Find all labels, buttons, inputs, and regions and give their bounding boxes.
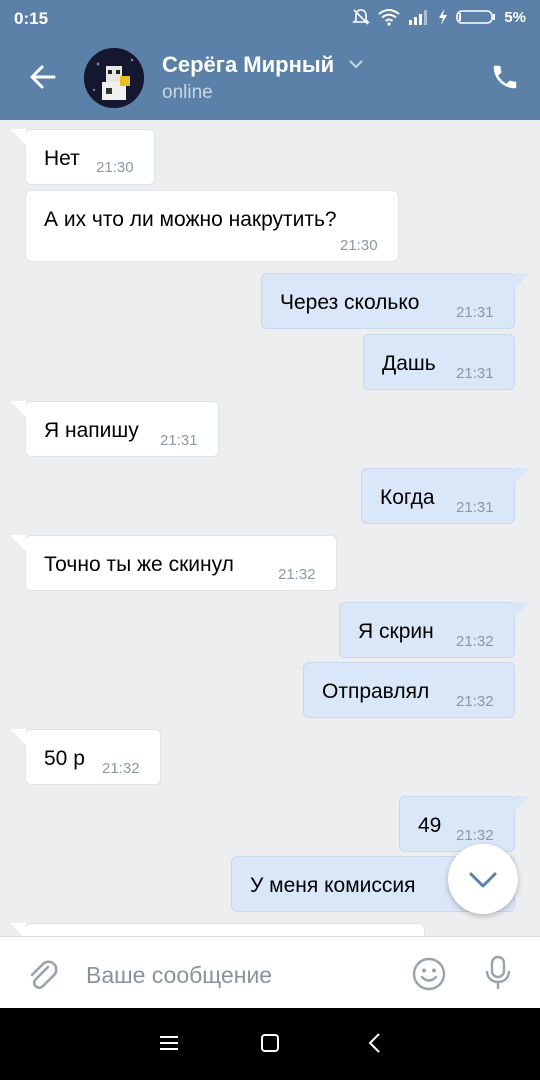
message-bubble-outgoing[interactable]: Отправлял 21:32 xyxy=(303,662,515,718)
phone-icon[interactable] xyxy=(490,62,520,92)
chevron-down-icon[interactable] xyxy=(348,58,364,70)
message-time: 21:32 xyxy=(102,760,140,777)
message-text: 49 xyxy=(418,814,442,837)
message-text: У меня комиссия xyxy=(250,874,416,897)
message-bubble-incoming[interactable]: Я напишу 21:31 xyxy=(25,401,219,457)
message-time: 21:31 xyxy=(456,499,494,516)
message-text: Через сколько xyxy=(280,291,420,314)
contact-name[interactable]: Серёга Мирный xyxy=(162,52,334,78)
message-bubble-outgoing[interactable]: Я скрин 21:32 xyxy=(339,602,515,658)
back-arrow-icon[interactable] xyxy=(28,62,58,92)
bubble-tail xyxy=(10,535,26,551)
bell-muted-icon xyxy=(352,9,371,25)
message-time: 21:32 xyxy=(456,633,494,650)
message-text: Нет xyxy=(44,147,80,170)
battery-icon xyxy=(456,10,496,24)
message-text: Я напишу xyxy=(44,419,139,442)
message-bubble-incoming[interactable]: 50 р 21:32 xyxy=(25,729,161,785)
nav-back-icon[interactable] xyxy=(364,1032,386,1054)
message-bubble-incoming[interactable]: Нет 21:30 xyxy=(25,129,155,185)
composer-bar: Ваше сообщение xyxy=(0,936,540,1009)
message-list[interactable]: Нет 21:30 А их что ли можно накрутить? 2… xyxy=(0,120,540,936)
bubble-tail xyxy=(10,401,26,417)
message-bubble-incoming[interactable]: А их что ли можно накрутить? 21:30 xyxy=(25,190,399,262)
bubble-tail xyxy=(514,602,530,618)
contact-status: online xyxy=(162,82,213,103)
bubble-tail xyxy=(10,923,26,936)
message-bubble-incoming[interactable]: Точно ты же скинул 21:32 xyxy=(25,535,337,591)
mic-icon[interactable] xyxy=(484,955,512,991)
message-bubble-incoming-partial[interactable] xyxy=(25,923,425,936)
status-icons: 5% xyxy=(352,8,526,26)
message-time: 21:32 xyxy=(456,693,494,710)
message-text: А их что ли можно накрутить? xyxy=(44,208,337,231)
battery-percent: 5% xyxy=(504,8,526,26)
message-text: Дашь xyxy=(382,352,436,375)
system-nav-bar xyxy=(0,1008,540,1080)
message-text: Когда xyxy=(380,486,435,509)
bubble-tail xyxy=(514,796,530,812)
menu-icon[interactable] xyxy=(158,1032,180,1054)
message-text: 50 р xyxy=(44,747,85,770)
message-bubble-outgoing[interactable]: Через сколько 21:31 xyxy=(261,273,515,329)
message-time: 21:32 xyxy=(278,566,316,583)
home-icon[interactable] xyxy=(259,1032,281,1054)
message-time: 21:32 xyxy=(456,827,494,844)
paperclip-icon[interactable] xyxy=(26,957,58,991)
message-bubble-outgoing[interactable]: Дашь 21:31 xyxy=(363,334,515,390)
message-time: 21:30 xyxy=(96,159,134,176)
scroll-down-button[interactable] xyxy=(448,844,518,914)
status-bar: 0:15 5% xyxy=(0,0,540,36)
message-text: Я скрин xyxy=(358,620,434,643)
status-time: 0:15 xyxy=(14,9,49,28)
message-text: Точно ты же скинул xyxy=(44,553,234,576)
message-text: Отправлял xyxy=(322,680,430,703)
message-time: 21:31 xyxy=(456,365,494,382)
avatar[interactable] xyxy=(84,48,144,108)
scroll-down-icon xyxy=(469,872,497,888)
bubble-tail xyxy=(10,129,26,145)
bubble-tail xyxy=(10,729,26,745)
message-bubble-outgoing[interactable]: Когда 21:31 xyxy=(361,468,515,524)
chat-header: Серёга Мирный online xyxy=(0,36,540,120)
bubble-tail xyxy=(514,468,530,484)
message-time: 21:30 xyxy=(340,237,378,254)
message-time: 21:31 xyxy=(456,304,494,321)
charging-icon xyxy=(439,9,448,25)
message-input[interactable]: Ваше сообщение xyxy=(86,962,272,989)
bubble-tail xyxy=(514,273,530,289)
message-time: 21:31 xyxy=(160,432,198,449)
signal-icon xyxy=(409,10,428,25)
avatar-image xyxy=(84,48,144,108)
smile-icon[interactable] xyxy=(412,957,446,991)
wifi-icon xyxy=(378,9,400,26)
